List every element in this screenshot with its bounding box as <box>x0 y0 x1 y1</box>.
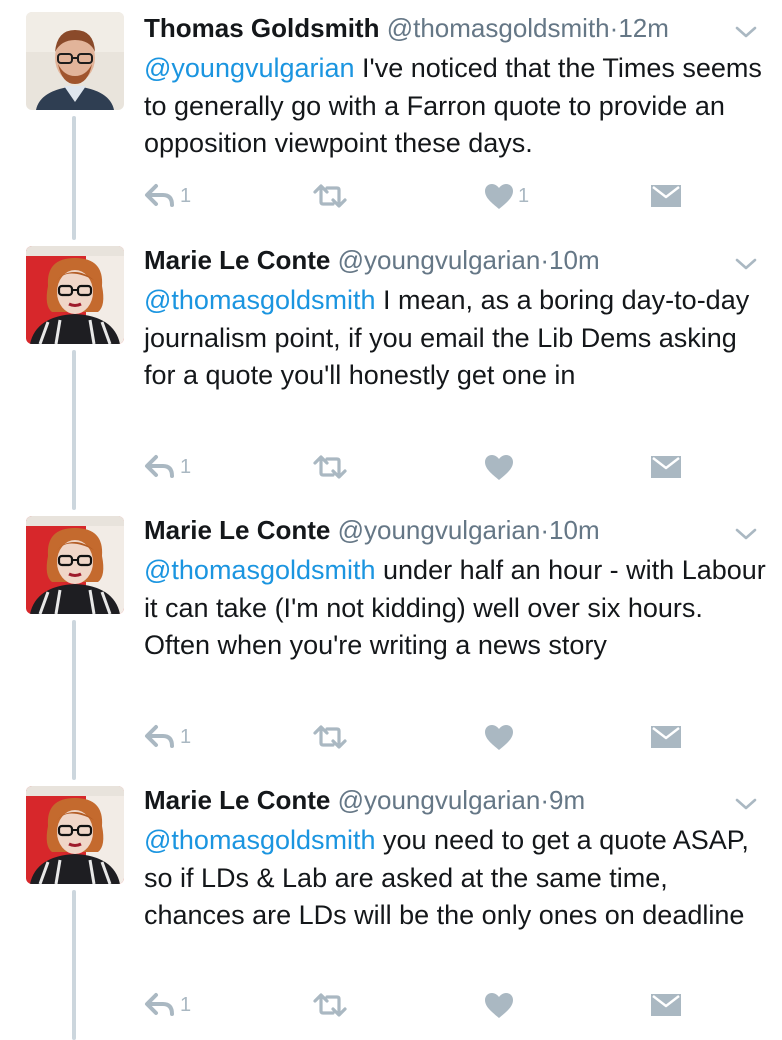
author-handle[interactable]: @youngvulgarian <box>338 785 541 815</box>
envelope-icon <box>650 455 682 479</box>
retweet-button[interactable] <box>312 179 352 213</box>
mention-link[interactable]: @thomasgoldsmith <box>144 825 376 855</box>
mention-link[interactable]: @thomasgoldsmith <box>144 285 376 315</box>
reply-icon <box>144 454 176 480</box>
author-name[interactable]: Marie Le Conte <box>144 515 330 545</box>
retweet-icon <box>312 454 348 480</box>
reply-count: 1 <box>180 725 192 748</box>
retweet-icon <box>312 992 348 1018</box>
thread-line <box>72 116 76 240</box>
tweet-actions: 1 <box>144 720 744 754</box>
envelope-icon <box>650 993 682 1017</box>
tweet-header: Thomas Goldsmith @thomasgoldsmith·12m <box>144 12 669 44</box>
separator: · <box>540 785 550 815</box>
like-button[interactable] <box>484 720 518 754</box>
reply-count: 1 <box>180 455 192 478</box>
heart-icon <box>484 454 514 481</box>
retweet-button[interactable] <box>312 720 352 754</box>
reply-button[interactable]: 1 <box>144 450 191 484</box>
tweet-actions: 1 <box>144 988 744 1022</box>
retweet-icon <box>312 183 348 209</box>
heart-icon <box>484 724 514 751</box>
envelope-icon <box>650 725 682 749</box>
author-name[interactable]: Thomas Goldsmith <box>144 13 379 43</box>
timestamp[interactable]: 12m <box>618 13 669 43</box>
heart-icon <box>484 183 514 210</box>
heart-icon <box>484 992 514 1019</box>
chevron-down-icon[interactable] <box>734 256 758 272</box>
dm-button[interactable] <box>650 450 682 484</box>
like-button[interactable]: 1 <box>484 179 529 213</box>
tweet[interactable]: Thomas Goldsmith @thomasgoldsmith·12m @y… <box>0 6 782 240</box>
thread-line <box>72 890 76 1040</box>
retweet-button[interactable] <box>312 450 352 484</box>
reply-icon <box>144 724 176 750</box>
tweet-text: @thomasgoldsmith you need to get a quote… <box>144 822 774 935</box>
like-button[interactable] <box>484 988 518 1022</box>
tweet-actions: 1 1 <box>144 179 744 213</box>
dm-button[interactable] <box>650 179 682 213</box>
mention-link[interactable]: @thomasgoldsmith <box>144 555 376 585</box>
separator: · <box>609 13 619 43</box>
avatar[interactable] <box>26 786 124 884</box>
tweet-text: @thomasgoldsmith I mean, as a boring day… <box>144 282 774 395</box>
chevron-down-icon[interactable] <box>734 526 758 542</box>
reply-icon <box>144 183 176 209</box>
dm-button[interactable] <box>650 988 682 1022</box>
reply-button[interactable]: 1 <box>144 988 191 1022</box>
timestamp[interactable]: 10m <box>549 515 600 545</box>
separator: · <box>540 245 550 275</box>
tweet[interactable]: Marie Le Conte @youngvulgarian·9m @thoma… <box>0 778 782 1040</box>
timestamp[interactable]: 9m <box>549 785 585 815</box>
retweet-icon <box>312 724 348 750</box>
dm-button[interactable] <box>650 720 682 754</box>
tweet-thread: Thomas Goldsmith @thomasgoldsmith·12m @y… <box>0 0 782 1040</box>
avatar[interactable] <box>26 12 124 110</box>
thread-line <box>72 620 76 780</box>
reply-count: 1 <box>180 184 192 207</box>
author-name[interactable]: Marie Le Conte <box>144 245 330 275</box>
author-handle[interactable]: @youngvulgarian <box>338 245 541 275</box>
chevron-down-icon[interactable] <box>734 796 758 812</box>
mention-link[interactable]: @youngvulgarian <box>144 53 355 83</box>
separator: · <box>540 515 550 545</box>
timestamp[interactable]: 10m <box>549 245 600 275</box>
avatar[interactable] <box>26 516 124 614</box>
author-name[interactable]: Marie Le Conte <box>144 785 330 815</box>
tweet[interactable]: Marie Le Conte @youngvulgarian·10m @thom… <box>0 508 782 780</box>
author-handle[interactable]: @thomasgoldsmith <box>387 13 610 43</box>
like-button[interactable] <box>484 450 518 484</box>
like-count: 1 <box>518 184 530 207</box>
tweet-header: Marie Le Conte @youngvulgarian·10m <box>144 514 600 546</box>
tweet-text: @thomasgoldsmith under half an hour - wi… <box>144 552 774 665</box>
envelope-icon <box>650 184 682 208</box>
tweet-text: @youngvulgarian I've noticed that the Ti… <box>144 50 774 163</box>
chevron-down-icon[interactable] <box>734 24 758 40</box>
author-handle[interactable]: @youngvulgarian <box>338 515 541 545</box>
retweet-button[interactable] <box>312 988 352 1022</box>
avatar[interactable] <box>26 246 124 344</box>
thread-line <box>72 350 76 510</box>
reply-button[interactable]: 1 <box>144 179 191 213</box>
reply-icon <box>144 992 176 1018</box>
reply-button[interactable]: 1 <box>144 720 191 754</box>
tweet-header: Marie Le Conte @youngvulgarian·9m <box>144 784 585 816</box>
reply-count: 1 <box>180 993 192 1016</box>
tweet[interactable]: Marie Le Conte @youngvulgarian·10m @thom… <box>0 238 782 510</box>
tweet-header: Marie Le Conte @youngvulgarian·10m <box>144 244 600 276</box>
tweet-actions: 1 <box>144 450 744 484</box>
